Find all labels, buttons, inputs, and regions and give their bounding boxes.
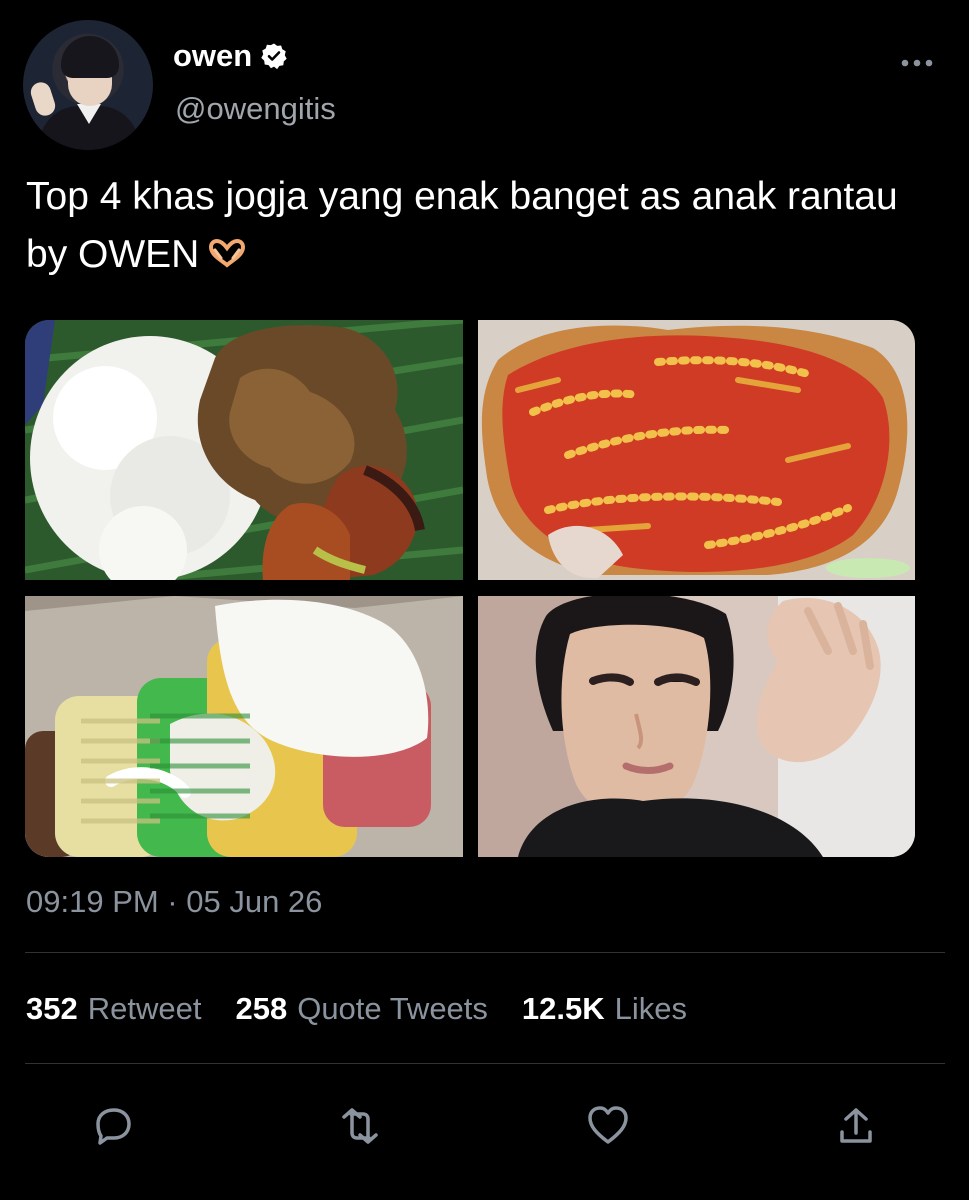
author-handle[interactable]: @owengitis — [175, 89, 336, 129]
verified-check-icon — [260, 42, 288, 70]
retweet-stat[interactable]: 352 Retweet — [26, 988, 201, 1030]
reply-icon[interactable] — [84, 1098, 140, 1154]
tweet-timestamp[interactable]: 09:19 PM · 05 Jun 26 — [26, 882, 322, 922]
heart-hands-icon — [207, 229, 247, 268]
author-display-name[interactable]: owen — [173, 36, 252, 76]
tweet-text-content: Top 4 khas jogja yang enak banget as ana… — [26, 175, 898, 276]
quote-tweet-stat[interactable]: 258 Quote Tweets — [235, 988, 487, 1030]
likes-count: 12.5K — [521, 991, 605, 1026]
likes-label: Likes — [614, 991, 688, 1026]
media-image-selfie[interactable] — [478, 596, 915, 857]
media-image-kue[interactable] — [25, 596, 463, 857]
author-avatar[interactable] — [23, 20, 153, 150]
more-options-icon[interactable] — [894, 48, 940, 78]
media-image-gudeg[interactable] — [25, 320, 463, 580]
tweet-actions — [0, 1090, 969, 1162]
tweet-text: Top 4 khas jogja yang enak banget as ana… — [26, 168, 946, 284]
author-name-row[interactable]: owen — [173, 36, 288, 76]
share-icon[interactable] — [828, 1098, 884, 1154]
avatar-peace-hand — [28, 79, 58, 119]
divider-bottom — [25, 1063, 945, 1064]
retweet-count: 352 — [26, 991, 78, 1026]
avatar-hair — [61, 36, 119, 78]
tweet-stats: 352 Retweet 258 Quote Tweets 12.5K Likes — [26, 988, 687, 1030]
quote-tweet-count: 258 — [235, 991, 288, 1026]
divider-top — [25, 952, 945, 953]
retweet-label: Retweet — [87, 991, 202, 1026]
likes-stat[interactable]: 12.5K Likes — [522, 988, 687, 1030]
heart-icon[interactable] — [580, 1098, 636, 1154]
quote-tweet-label: Quote Tweets — [297, 991, 488, 1026]
media-grid — [25, 320, 915, 857]
retweet-icon[interactable] — [332, 1098, 388, 1154]
media-image-ayam-geprek[interactable] — [478, 320, 915, 580]
tweet-detail: owen @owengitis Top 4 khas jogja yang en… — [0, 0, 969, 1200]
